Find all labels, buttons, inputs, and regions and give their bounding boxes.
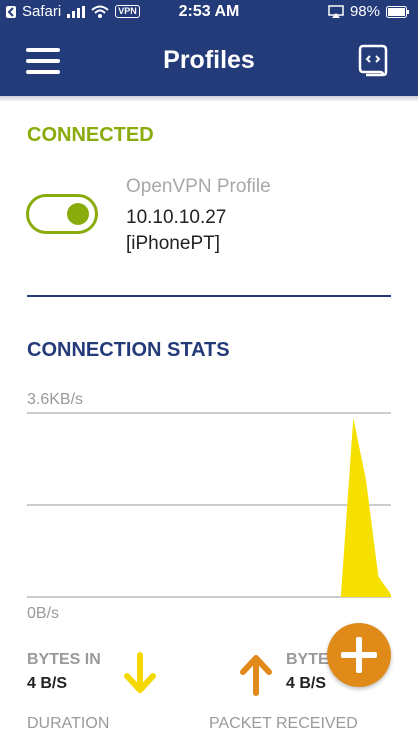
duration-label: DURATION [27, 715, 110, 732]
nav-bar: Profiles [0, 24, 418, 96]
chart-series-area [27, 418, 391, 597]
toggle-knob [67, 203, 89, 225]
battery-icon [386, 5, 409, 18]
page-title: Profiles [163, 46, 255, 74]
log-script-icon[interactable] [358, 42, 390, 78]
bytes-out-value: 4 B/S [286, 675, 327, 692]
profile-address: 10.10.10.27 [126, 207, 227, 228]
connection-status: CONNECTED [27, 124, 154, 146]
status-bar: Safari VPN 2:53 AM 98% [0, 0, 418, 24]
arrow-up-icon [240, 655, 272, 696]
connection-toggle[interactable] [26, 194, 98, 234]
bytes-out-label: BYTE [286, 651, 329, 668]
profile-name: OpenVPN Profile [126, 176, 271, 197]
bytes-in-label: BYTES IN [27, 651, 101, 668]
profile-user: [iPhonePT] [126, 233, 220, 254]
bytes-in-value: 4 B/S [27, 675, 68, 692]
add-profile-button[interactable] [327, 623, 391, 687]
nav-shadow [0, 96, 418, 102]
airplay-icon [328, 4, 344, 18]
battery-percent: 98% [349, 3, 380, 20]
traffic-chart [27, 412, 391, 598]
packet-received-label: PACKET RECEIVED [209, 715, 358, 732]
arrow-down-icon [124, 652, 156, 693]
status-right: 98% [328, 3, 410, 20]
chart-ymin-label: 0B/s [27, 605, 60, 622]
connection-stats-title: CONNECTION STATS [27, 339, 230, 361]
section-divider [27, 295, 391, 297]
